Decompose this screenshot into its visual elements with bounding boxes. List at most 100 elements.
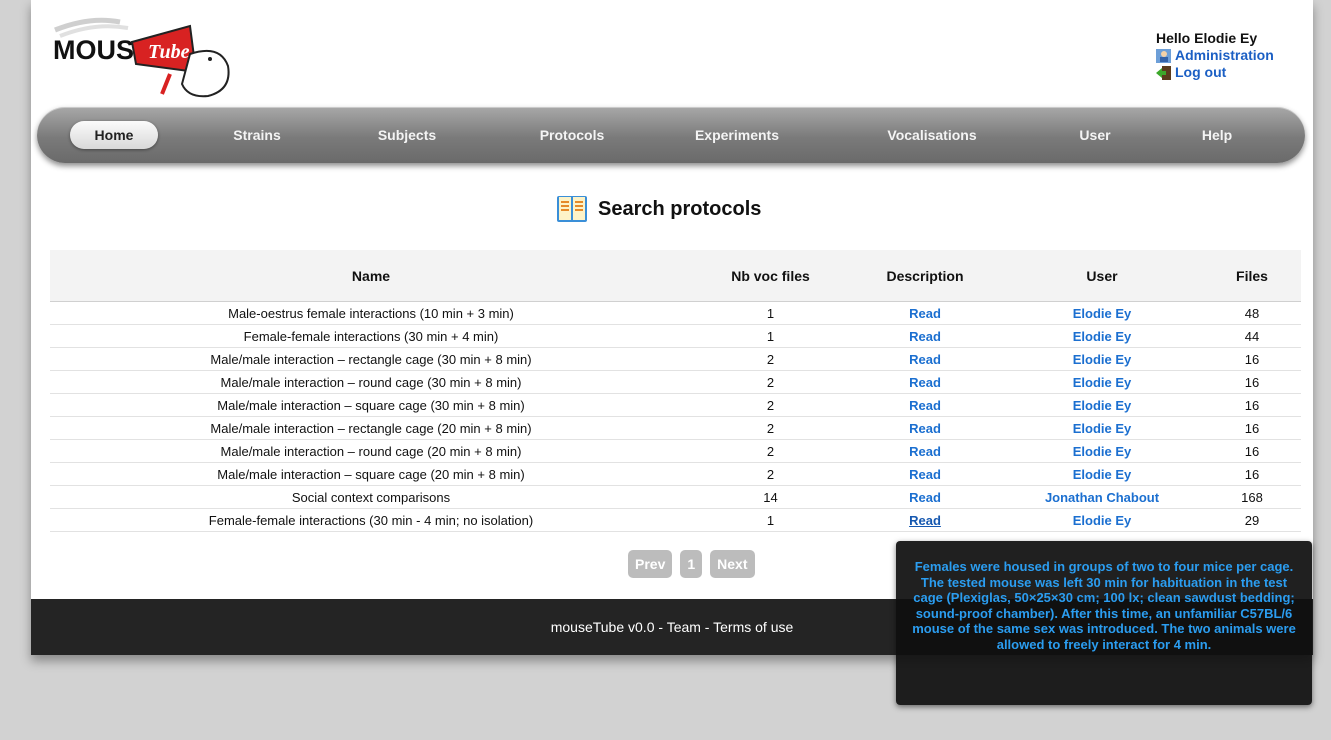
col-header-description[interactable]: Description bbox=[849, 250, 1001, 302]
table-row: Male/male interaction – square cage (30 … bbox=[50, 393, 1301, 417]
page-title: Search protocols bbox=[556, 194, 761, 224]
nav-user[interactable]: User bbox=[1065, 121, 1125, 149]
cell-user-link[interactable]: Elodie Ey bbox=[1001, 301, 1203, 325]
mousetube-logo[interactable]: MOUSE Tube bbox=[50, 14, 240, 104]
logout-icon bbox=[1156, 65, 1171, 80]
col-header-files[interactable]: Files bbox=[1203, 250, 1301, 302]
logout-label: Log out bbox=[1175, 64, 1227, 80]
cell-user-link[interactable]: Jonathan Chabout bbox=[1001, 485, 1203, 509]
nav-help[interactable]: Help bbox=[1187, 121, 1247, 149]
cell-nb-voc-files: 2 bbox=[692, 347, 849, 371]
cell-name: Female-female interactions (30 min - 4 m… bbox=[50, 508, 692, 532]
cell-user-link[interactable]: Elodie Ey bbox=[1001, 324, 1203, 348]
cell-name: Male/male interaction – round cage (30 m… bbox=[50, 370, 692, 394]
col-header-name[interactable]: Name bbox=[50, 250, 692, 302]
cell-user-link[interactable]: Elodie Ey bbox=[1001, 347, 1203, 371]
table-row: Social context comparisons 14 Read Jonathan… bbox=[50, 485, 1301, 509]
nav-experiments[interactable]: Experiments bbox=[677, 121, 797, 149]
cell-description-link[interactable]: Read bbox=[849, 347, 1001, 371]
logout-link[interactable]: Log out bbox=[1156, 64, 1274, 81]
table-row: Female-female interactions (30 min + 4 m… bbox=[50, 324, 1301, 348]
cell-files: 16 bbox=[1203, 370, 1301, 394]
col-header-user[interactable]: User bbox=[1001, 250, 1203, 302]
cell-description-link[interactable]: Read bbox=[849, 370, 1001, 394]
cell-description-link[interactable]: Read bbox=[849, 301, 1001, 325]
cell-nb-voc-files: 2 bbox=[692, 416, 849, 440]
cell-files: 16 bbox=[1203, 439, 1301, 463]
table-row: Male/male interaction – rectangle cage (… bbox=[50, 347, 1301, 371]
cell-user-link[interactable]: Elodie Ey bbox=[1001, 370, 1203, 394]
footer-team-link[interactable]: Team bbox=[667, 619, 701, 635]
cell-description-link[interactable]: Read bbox=[849, 324, 1001, 348]
footer-sep-2: - bbox=[700, 619, 714, 635]
nav-vocalisations[interactable]: Vocalisations bbox=[872, 121, 992, 149]
cell-nb-voc-files: 2 bbox=[692, 462, 849, 486]
table-header-row: Name Nb voc files Description User Files bbox=[50, 250, 1301, 302]
next-button[interactable]: Next bbox=[710, 550, 755, 578]
nav-home[interactable]: Home bbox=[70, 121, 158, 149]
page-title-text: Search protocols bbox=[598, 197, 762, 220]
cell-nb-voc-files: 14 bbox=[692, 485, 849, 509]
cell-name: Male/male interaction – square cage (30 … bbox=[50, 393, 692, 417]
footer-sep-1: - bbox=[654, 619, 667, 635]
cell-files: 16 bbox=[1203, 347, 1301, 371]
greeting: Hello Elodie Ey bbox=[1156, 30, 1258, 46]
prev-button[interactable]: Prev bbox=[628, 550, 673, 578]
nav-protocols[interactable]: Protocols bbox=[527, 121, 617, 149]
cell-user-link[interactable]: Elodie Ey bbox=[1001, 439, 1203, 463]
cell-files: 168 bbox=[1203, 485, 1301, 509]
cell-nb-voc-files: 2 bbox=[692, 439, 849, 463]
protocols-table: Name Nb voc files Description User Files… bbox=[50, 250, 1301, 532]
cell-nb-voc-files: 1 bbox=[692, 301, 849, 325]
pagination: Prev 1 Next bbox=[628, 550, 755, 578]
table-row: Male/male interaction – square cage (20 … bbox=[50, 462, 1301, 486]
footer-terms-link[interactable]: Terms of use bbox=[713, 619, 793, 635]
cell-files: 16 bbox=[1203, 393, 1301, 417]
table-row: Male/male interaction – rectangle cage (… bbox=[50, 416, 1301, 440]
cell-user-link[interactable]: Elodie Ey bbox=[1001, 462, 1203, 486]
table-row: Female-female interactions (30 min - 4 m… bbox=[50, 508, 1301, 532]
description-tooltip: Females were housed in groups of two to … bbox=[896, 541, 1312, 705]
cell-description-link[interactable]: Read bbox=[849, 393, 1001, 417]
cell-name: Female-female interactions (30 min + 4 m… bbox=[50, 324, 692, 348]
footer-app-name: mouseTube v0.0 bbox=[550, 619, 655, 635]
cell-files: 44 bbox=[1203, 324, 1301, 348]
administration-link[interactable]: Administration bbox=[1156, 47, 1274, 64]
user-box: Hello Elodie Ey Administration Log out bbox=[1156, 30, 1274, 81]
table-row: Male/male interaction – round cage (30 m… bbox=[50, 370, 1301, 394]
cell-nb-voc-files: 2 bbox=[692, 393, 849, 417]
page-1-button[interactable]: 1 bbox=[680, 550, 703, 578]
col-header-nb-voc-files[interactable]: Nb voc files bbox=[692, 250, 849, 302]
cell-files: 48 bbox=[1203, 301, 1301, 325]
cell-description-link[interactable]: Read bbox=[849, 508, 1001, 532]
nav-subjects[interactable]: Subjects bbox=[362, 121, 452, 149]
cell-user-link[interactable]: Elodie Ey bbox=[1001, 393, 1203, 417]
cell-nb-voc-files: 2 bbox=[692, 370, 849, 394]
table-row: Male/male interaction – round cage (20 m… bbox=[50, 439, 1301, 463]
cell-description-link[interactable]: Read bbox=[849, 439, 1001, 463]
cell-name: Social context comparisons bbox=[50, 485, 692, 509]
cell-description-link[interactable]: Read bbox=[849, 485, 1001, 509]
cell-name: Male/male interaction – round cage (20 m… bbox=[50, 439, 692, 463]
cell-description-link[interactable]: Read bbox=[849, 462, 1001, 486]
cell-name: Male/male interaction – rectangle cage (… bbox=[50, 416, 692, 440]
cell-nb-voc-files: 1 bbox=[692, 324, 849, 348]
cell-nb-voc-files: 1 bbox=[692, 508, 849, 532]
table-body: Male-oestrus female interactions (10 min… bbox=[50, 301, 1301, 532]
main-nav: Home Strains Subjects Protocols Experime… bbox=[37, 107, 1305, 163]
logo-tube-text: Tube bbox=[148, 41, 190, 63]
cell-files: 16 bbox=[1203, 462, 1301, 486]
book-icon bbox=[557, 196, 587, 222]
cell-files: 16 bbox=[1203, 416, 1301, 440]
cell-name: Male/male interaction – square cage (20 … bbox=[50, 462, 692, 486]
cell-description-link[interactable]: Read bbox=[849, 416, 1001, 440]
cell-name: Male/male interaction – rectangle cage (… bbox=[50, 347, 692, 371]
administration-label: Administration bbox=[1175, 47, 1274, 63]
cell-files: 29 bbox=[1203, 508, 1301, 532]
nav-strains[interactable]: Strains bbox=[212, 121, 302, 149]
cell-name: Male-oestrus female interactions (10 min… bbox=[50, 301, 692, 325]
cell-user-link[interactable]: Elodie Ey bbox=[1001, 416, 1203, 440]
table-row: Male-oestrus female interactions (10 min… bbox=[50, 301, 1301, 325]
admin-icon bbox=[1156, 48, 1171, 63]
cell-user-link[interactable]: Elodie Ey bbox=[1001, 508, 1203, 532]
